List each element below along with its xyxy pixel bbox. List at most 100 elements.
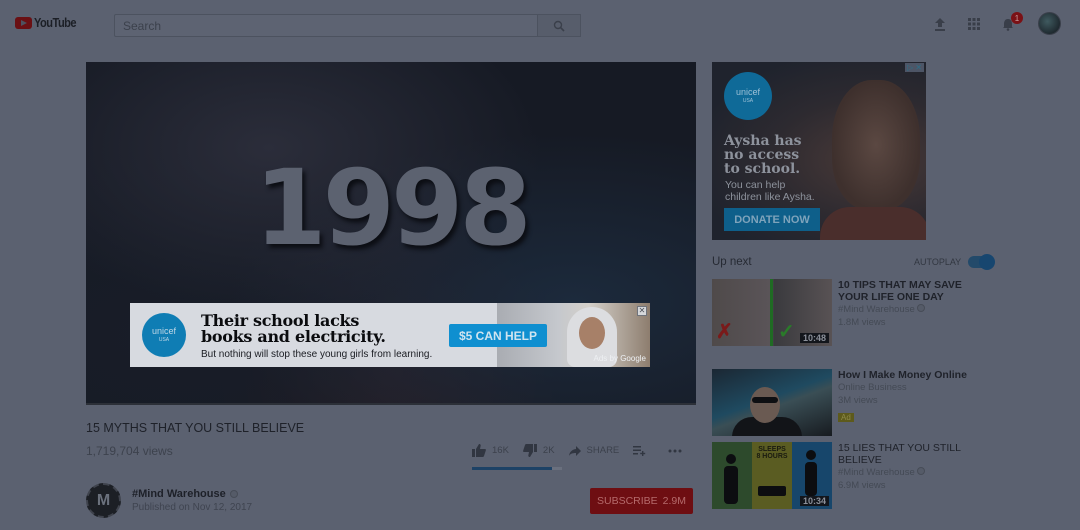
up-next-heading: Up next [712,256,752,268]
side-ad-headline-line2: no access [724,147,800,163]
video-title[interactable]: 10 TIPS THAT MAY SAVE YOUR LIFE ONE DAY [838,279,988,303]
youtube-play-icon [15,16,32,29]
autoplay-label: AUTOPLAY [914,257,962,267]
youtube-logo[interactable]: YouTube [15,15,83,30]
account-avatar[interactable] [1038,12,1061,35]
more-horizontal-icon [668,449,682,452]
video-channel: Online Business [838,382,907,393]
like-button[interactable]: 16K [472,444,509,457]
ad-brand: unicef [151,326,177,336]
verified-badge-icon [917,304,926,312]
video-channel: #Mind Warehouse [838,303,988,316]
player-progress-bar[interactable] [86,403,696,405]
playlist-add-icon [633,445,646,456]
search-icon [553,20,565,32]
video-info: How I Make Money Online Online Business … [838,369,988,436]
thumb-figure-body [724,466,738,504]
video-player[interactable]: 1998 unicef USA Their school lacks books… [86,62,696,405]
recommended-video-ad[interactable]: How I Make Money Online Online Business … [712,369,988,436]
side-ad-brand-sub: USA [742,98,754,104]
close-icon[interactable]: ✕ [915,63,922,72]
ad-brand-sub: USA [158,337,170,343]
channel-name: #Mind Warehouse [132,488,226,500]
unicef-logo: unicef USA [142,313,186,357]
apps-grid-icon [968,18,980,30]
side-ad-headline-line3: to school. [724,161,801,177]
video-actions: 16K 2K SHARE [472,444,696,457]
autoplay-toggle-knob[interactable] [979,254,995,270]
channel-name: #Mind Warehouse [838,467,915,478]
recommended-video[interactable]: ✗ ✓ 10:48 10 TIPS THAT MAY SAVE YOUR LIF… [712,279,988,346]
video-title[interactable]: 15 LIES THAT YOU STILL BELIEVE [838,442,988,466]
dislike-count: 2K [542,445,555,456]
upload-button[interactable] [932,16,948,32]
upload-icon [935,17,945,31]
like-dislike-ratio-bar [472,467,562,470]
adchoices-controls[interactable]: ▷ ✕ [905,63,924,72]
side-ad-subtext: You can help children like Aysha. [725,179,815,203]
video-frame-text: 1998 [254,147,531,269]
ad-subtext: But nothing will stop these young girls … [201,349,433,360]
share-button[interactable]: SHARE [568,445,620,456]
video-info: 10 TIPS THAT MAY SAVE YOUR LIFE ONE DAY … [838,279,988,346]
apps-button[interactable] [966,16,982,32]
ad-headline: Their school lacks books and electricity… [201,313,386,345]
like-ratio-fill [472,467,553,470]
close-icon[interactable]: ✕ [637,306,647,316]
side-ad-sub-line1: You can help [725,179,786,191]
side-ad-headline-line1: Aysha has [724,133,802,149]
thumb-sunglasses [752,397,778,403]
video-thumbnail[interactable]: ✗ ✓ 10:48 [712,279,832,346]
video-title: 15 MYTHS THAT YOU STILL BELIEVE [86,421,305,435]
thumbs-up-icon [472,444,486,457]
dislike-button[interactable]: 2K [523,444,555,457]
donate-now-button[interactable]: DONATE NOW [724,208,820,231]
ad-photo-clothing [820,207,926,240]
video-info: 15 LIES THAT YOU STILL BELIEVE #Mind War… [838,442,988,509]
verified-badge-icon [229,490,238,498]
ad-cta-button[interactable]: $5 CAN HELP [449,324,547,347]
sidebar-display-ad[interactable]: unicef USA Aysha has no access to school… [712,62,926,240]
adchoices-icon[interactable]: ▷ [907,63,913,72]
publish-date: Published on Nov 12, 2017 [132,502,253,513]
like-count: 16K [492,445,509,456]
channel-name: #Mind Warehouse [838,304,915,315]
thumb-face [750,387,780,423]
subscribe-label: SUBSCRIBE [596,495,658,507]
side-ad-brand: unicef [735,87,761,97]
channel-name-link[interactable]: #Mind Warehouse [132,488,238,500]
thumb-panel-1 [712,442,752,509]
thumb-text-line2: 8 HOURS [756,453,788,460]
thumb-figure-body [805,462,817,496]
verified-badge-icon [917,467,926,475]
autoplay-toggle[interactable] [968,254,995,270]
video-views: 6.9M views [838,480,886,491]
thumb-text-line1: SLEEPS [758,446,786,453]
share-arrow-icon [568,445,581,456]
ad-child-photo [832,80,920,210]
video-duration: 10:34 [799,496,829,506]
channel-avatar[interactable]: M [86,483,121,518]
recommended-video[interactable]: SLEEPS 8 HOURS 10:34 15 LIES THAT YOU STI… [712,442,988,509]
ads-by-google-label[interactable]: Ads by Google [594,354,646,363]
side-ad-sub-line2: children like Aysha. [725,191,815,203]
video-views: 1.8M views [838,317,886,328]
video-title[interactable]: How I Make Money Online [838,369,988,381]
logo-text: YouTube [34,15,77,30]
thumb-panel-2: SLEEPS 8 HOURS [752,442,792,509]
share-label: SHARE [586,445,620,456]
thumb-figure-head [726,454,736,464]
thumb-text: SLEEPS 8 HOURS [752,446,792,460]
video-channel: #Mind Warehouse [838,466,988,479]
video-thumbnail[interactable] [712,369,832,436]
ad-badge: Ad [838,413,854,422]
ad-headline-line2: books and electricity. [201,327,386,346]
subscriber-count: 2.9M [662,495,687,507]
more-actions-button[interactable] [668,449,682,453]
search-input[interactable]: Search [114,14,538,37]
add-to-playlist-button[interactable] [633,445,646,456]
overlay-ad-banner[interactable]: unicef USA Their school lacks books and … [130,303,650,367]
subscribe-button[interactable]: SUBSCRIBE 2.9M [590,488,693,514]
search-button[interactable] [537,14,581,37]
video-thumbnail[interactable]: SLEEPS 8 HOURS 10:34 [712,442,832,509]
